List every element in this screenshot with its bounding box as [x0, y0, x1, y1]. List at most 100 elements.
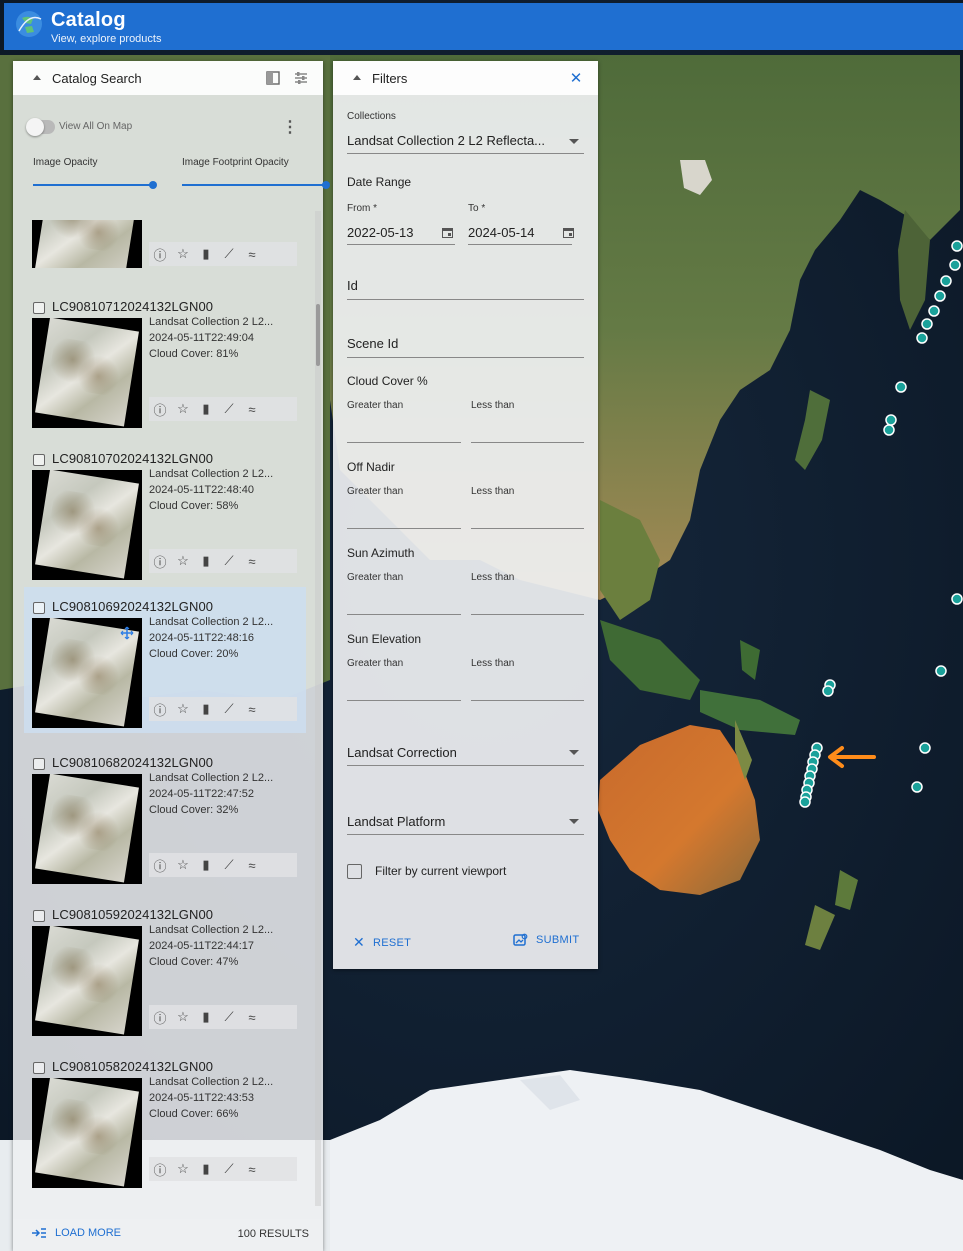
calendar-icon[interactable] [441, 226, 454, 239]
scene-thumbnail[interactable] [32, 318, 142, 428]
star-icon[interactable]: ☆ [175, 1161, 191, 1177]
list-item[interactable]: LC90810582024132LGN00 Landsat Collection… [24, 1051, 306, 1197]
item-id: LC90810702024132LGN00 [52, 451, 214, 466]
item-checkbox[interactable] [33, 302, 45, 314]
map-icon[interactable]: ▮ [198, 553, 214, 569]
item-checkbox[interactable] [33, 758, 45, 770]
cloud-greater-input[interactable] [347, 419, 461, 443]
map-icon[interactable]: ▮ [198, 701, 214, 717]
star-icon[interactable]: ☆ [175, 701, 191, 717]
sun-azimuth-greater-input[interactable] [347, 591, 461, 615]
compare-icon[interactable]: ≈ [244, 246, 260, 262]
list-item[interactable]: LC90810682024132LGN00 Landsat Collection… [24, 747, 306, 893]
scene-thumbnail[interactable] [32, 774, 142, 884]
calendar-icon[interactable] [562, 226, 575, 239]
scene-thumbnail[interactable] [32, 1078, 142, 1188]
item-checkbox[interactable] [33, 1062, 45, 1074]
scrollbar-thumb[interactable] [316, 304, 320, 366]
scene-thumbnail[interactable] [32, 926, 142, 1036]
info-icon[interactable]: ⓘ [152, 857, 168, 874]
viewport-checkbox[interactable] [347, 864, 362, 879]
collections-label: Collections [347, 111, 396, 122]
from-label: From * [347, 203, 377, 214]
trend-icon[interactable]: ⟋ [221, 246, 237, 262]
info-icon[interactable]: ⓘ [152, 401, 168, 418]
info-icon[interactable]: ⓘ [152, 1009, 168, 1026]
list-item-selected[interactable]: LC90810692024132LGN00 Landsat Collection… [24, 587, 306, 733]
image-opacity-label: Image Opacity [33, 157, 98, 168]
off-nadir-greater-input[interactable] [347, 505, 461, 529]
item-datetime: 2024-05-11T22:44:17 [149, 940, 254, 952]
off-nadir-less-input[interactable] [471, 505, 584, 529]
list-item[interactable]: LC90810712024132LGN00 Landsat Collection… [24, 291, 306, 437]
greater-than-label: Greater than [347, 400, 404, 411]
more-vert-icon[interactable]: ⋮ [282, 117, 298, 137]
trend-icon[interactable]: ⟋ [221, 1161, 237, 1177]
star-icon[interactable]: ☆ [175, 553, 191, 569]
app-bar: Catalog View, explore products [4, 3, 963, 50]
catalog-search-title: Catalog Search [52, 71, 142, 86]
load-more-button[interactable]: LOAD MORE [31, 1227, 121, 1239]
item-id: LC90810682024132LGN00 [52, 755, 214, 770]
collections-value: Landsat Collection 2 L2 Reflecta... [347, 133, 546, 148]
id-label: Id [347, 278, 358, 293]
sun-elevation-less-input[interactable] [471, 677, 584, 701]
filters-panel: Filters ✕ Collections Landsat Collection… [333, 61, 598, 969]
id-input[interactable] [347, 275, 584, 300]
item-checkbox[interactable] [33, 602, 45, 614]
star-icon[interactable]: ☆ [175, 857, 191, 873]
map-icon[interactable]: ▮ [198, 246, 214, 262]
scene-thumbnail[interactable] [32, 220, 142, 268]
info-icon[interactable]: ⓘ [152, 701, 168, 718]
image-opacity-slider[interactable] [33, 181, 157, 189]
map-icon[interactable]: ▮ [198, 1161, 214, 1177]
globe-logo-icon [16, 11, 42, 37]
sun-elevation-greater-input[interactable] [347, 677, 461, 701]
compare-icon[interactable]: ≈ [244, 701, 260, 717]
trend-icon[interactable]: ⟋ [221, 401, 237, 417]
map-icon[interactable]: ▮ [198, 401, 214, 417]
greater-than-label: Greater than [347, 658, 404, 669]
collapse-icon[interactable] [353, 75, 361, 80]
list-item[interactable]: LC90810592024132LGN00 Landsat Collection… [24, 899, 306, 1045]
compare-icon[interactable]: ≈ [244, 857, 260, 873]
info-icon[interactable]: ⓘ [152, 246, 168, 263]
trend-icon[interactable]: ⟋ [221, 857, 237, 873]
item-checkbox[interactable] [33, 454, 45, 466]
info-icon[interactable]: ⓘ [152, 553, 168, 570]
map-icon[interactable]: ▮ [198, 857, 214, 873]
trend-icon[interactable]: ⟋ [221, 1009, 237, 1025]
trend-icon[interactable]: ⟋ [221, 553, 237, 569]
compare-icon[interactable]: ≈ [244, 1161, 260, 1177]
collapse-icon[interactable] [33, 75, 41, 80]
footprint-opacity-slider[interactable] [182, 181, 330, 189]
scene-thumbnail[interactable] [32, 470, 142, 580]
tune-icon[interactable] [293, 70, 309, 86]
map-icon[interactable]: ▮ [198, 1009, 214, 1025]
reset-button[interactable]: ✕ RESET [353, 934, 411, 951]
scene-thumbnail[interactable] [32, 618, 142, 728]
trend-icon[interactable]: ⟋ [221, 701, 237, 717]
submit-button[interactable]: SUBMIT [513, 933, 579, 947]
info-icon[interactable]: ⓘ [152, 1161, 168, 1178]
list-item[interactable]: ⓘ ☆ ▮ ⟋ ≈ [24, 220, 306, 270]
cloud-less-input[interactable] [471, 419, 584, 443]
app-subtitle: View, explore products [51, 33, 162, 45]
compare-icon[interactable]: ≈ [244, 1009, 260, 1025]
item-checkbox[interactable] [33, 910, 45, 922]
item-id: LC90810582024132LGN00 [52, 1059, 214, 1074]
view-all-toggle[interactable] [26, 118, 55, 136]
sun-azimuth-less-input[interactable] [471, 591, 584, 615]
star-icon[interactable]: ☆ [175, 246, 191, 262]
compare-icon[interactable]: ≈ [244, 401, 260, 417]
move-icon[interactable] [120, 626, 134, 640]
item-cloud-cover: Cloud Cover: 47% [149, 956, 239, 968]
list-item[interactable]: LC90810702024132LGN00 Landsat Collection… [24, 443, 306, 589]
item-datetime: 2024-05-11T22:48:16 [149, 632, 254, 644]
split-view-icon[interactable] [265, 70, 281, 86]
compare-icon[interactable]: ≈ [244, 553, 260, 569]
close-icon[interactable]: ✕ [569, 70, 583, 87]
star-icon[interactable]: ☆ [175, 401, 191, 417]
star-icon[interactable]: ☆ [175, 1009, 191, 1025]
item-cloud-cover: Cloud Cover: 66% [149, 1108, 239, 1120]
